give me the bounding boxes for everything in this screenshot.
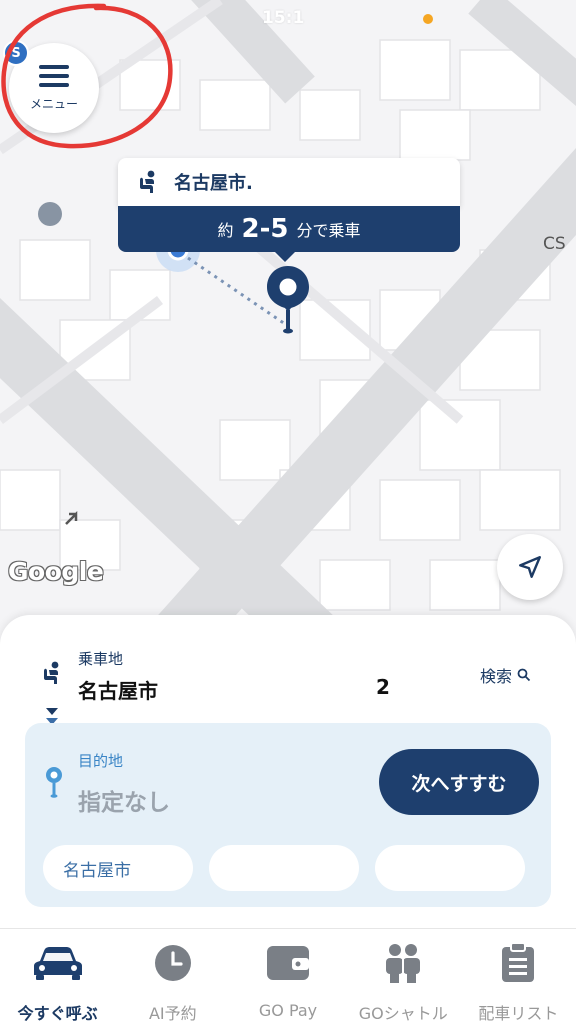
wallet-icon bbox=[267, 946, 309, 980]
poi-label: CS bbox=[543, 234, 566, 254]
tab-call-now[interactable]: 今すぐ呼ぶ bbox=[0, 929, 115, 1024]
suggestion-chip[interactable]: 名古屋市 bbox=[43, 845, 193, 891]
status-bar: 15:1 bbox=[0, 4, 576, 30]
tab-go-shuttle[interactable]: GOシャトル bbox=[346, 929, 461, 1024]
navigation-arrow-icon bbox=[519, 556, 541, 578]
bottom-tab-bar: 今すぐ呼ぶ AI予約 GO Pay GOシャトル 配車リスト bbox=[0, 928, 576, 1024]
hamburger-icon bbox=[39, 64, 69, 87]
pickup-row[interactable]: 乗車地 名古屋市 2 検索 bbox=[0, 615, 576, 715]
seat-icon bbox=[140, 170, 155, 193]
eta-range: 2-5 bbox=[241, 214, 289, 244]
clipboard-icon bbox=[502, 942, 535, 982]
booking-sheet: 乗車地 名古屋市 2 検索 目的地 指定なし 次へすすむ 名古屋市 bbox=[0, 615, 576, 935]
people-icon bbox=[386, 943, 421, 983]
next-button[interactable]: 次へすすむ bbox=[379, 749, 539, 815]
pickup-label: 乗車地 bbox=[78, 650, 124, 668]
tab-label: 今すぐ呼ぶ bbox=[17, 1004, 98, 1023]
seat-icon bbox=[44, 661, 59, 684]
locate-button[interactable] bbox=[497, 534, 563, 600]
avatar[interactable]: S bbox=[3, 40, 29, 66]
location-pin-icon bbox=[46, 767, 62, 798]
pickup-address-tail: 2 bbox=[376, 675, 390, 699]
tab-go-pay[interactable]: GO Pay bbox=[230, 929, 345, 1024]
pickup-card-name: 名古屋市. bbox=[174, 173, 253, 194]
eta-prefix: 約 bbox=[217, 221, 234, 240]
tab-label: GOシャトル bbox=[358, 1004, 448, 1023]
search-label: 検索 bbox=[480, 667, 513, 686]
destination-input[interactable]: 指定なし bbox=[78, 783, 170, 817]
map-view[interactable]: 15:1 メニュー S 名古屋市. 約 2-5 分で乗車 CS Google bbox=[0, 0, 576, 640]
recording-dot-icon bbox=[423, 14, 433, 24]
pickup-pin-icon[interactable] bbox=[265, 264, 311, 336]
google-attribution: Google bbox=[8, 557, 104, 586]
menu-label: メニュー bbox=[29, 96, 78, 111]
pickup-address: 名古屋市 bbox=[78, 679, 158, 703]
taxi-icon bbox=[33, 946, 82, 980]
tab-label: AI予約 bbox=[148, 1004, 197, 1023]
suggestion-chip[interactable] bbox=[375, 845, 525, 891]
suggestion-chips: 名古屋市 bbox=[43, 845, 551, 893]
pickup-card-header: 名古屋市. bbox=[118, 158, 460, 206]
destination-box[interactable]: 目的地 指定なし 次へすすむ 名古屋市 bbox=[25, 723, 551, 907]
search-icon bbox=[517, 668, 531, 682]
tab-label: GO Pay bbox=[258, 1001, 318, 1020]
suggestion-chip[interactable] bbox=[209, 845, 359, 891]
eta-suffix: 分で乗車 bbox=[296, 221, 361, 240]
card-pointer bbox=[273, 250, 297, 262]
eta-banner: 約 2-5 分で乗車 bbox=[118, 206, 460, 252]
destination-label: 目的地 bbox=[78, 752, 124, 770]
pickup-eta-card[interactable]: 名古屋市. 約 2-5 分で乗車 bbox=[118, 158, 460, 262]
status-time: 15:1 bbox=[262, 8, 305, 28]
search-button[interactable]: 検索 bbox=[480, 663, 531, 687]
tab-dispatch-list[interactable]: 配車リスト bbox=[461, 929, 576, 1024]
tab-ai-reservation[interactable]: AI予約 bbox=[115, 929, 230, 1024]
clock-icon bbox=[154, 944, 191, 981]
tab-label: 配車リスト bbox=[478, 1004, 559, 1023]
